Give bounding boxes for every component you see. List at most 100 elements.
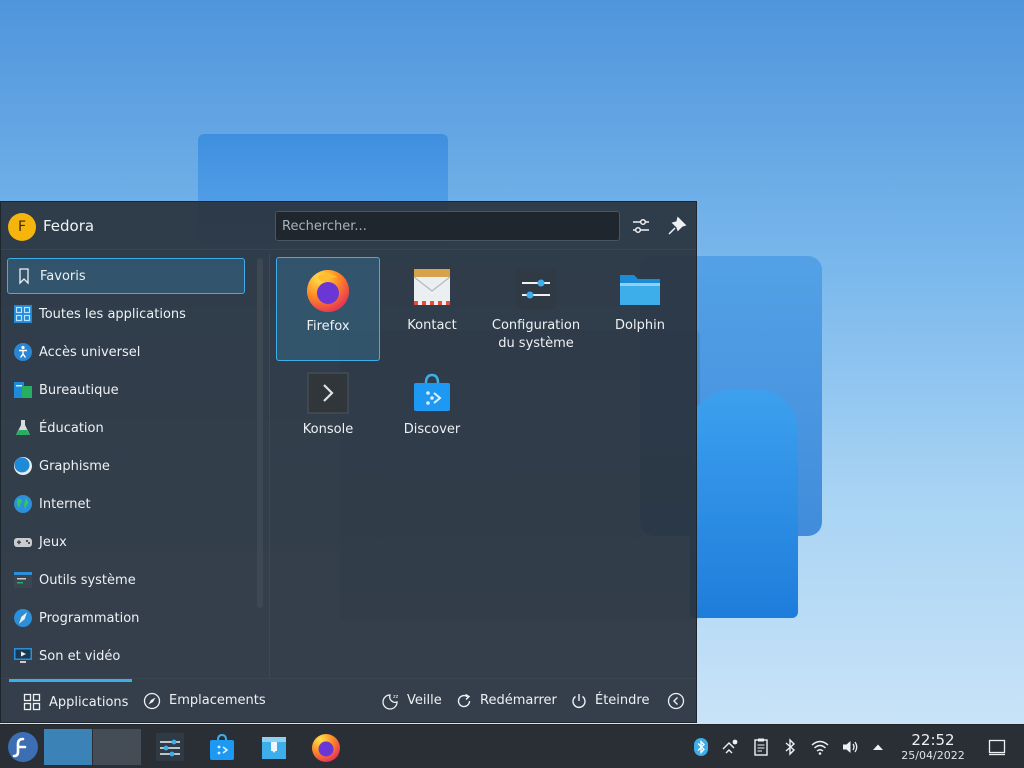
clock-time: 22:52 <box>911 731 955 749</box>
launcher-footer: Applications Emplacements zz Veille Redé… <box>1 678 696 722</box>
power-icon <box>570 692 588 710</box>
task-firefox[interactable] <box>310 731 342 763</box>
category-office[interactable]: Bureautique <box>7 372 245 408</box>
application-launcher: F Fedora Favoris Toutes les applications… <box>0 201 697 723</box>
button-label: Redémarrer <box>480 693 557 708</box>
wallpaper-shape <box>690 390 798 618</box>
category-label: Son et vidéo <box>39 648 121 664</box>
app-label: Firefox <box>306 319 350 334</box>
configure-icon[interactable] <box>630 215 652 237</box>
app-system-settings[interactable]: Configuration du système <box>484 257 588 361</box>
app-konsole[interactable]: Konsole <box>276 361 380 465</box>
task-discover[interactable] <box>206 731 238 763</box>
category-system-tools[interactable]: Outils système <box>7 562 245 598</box>
button-label: Éteindre <box>595 693 650 708</box>
system-settings-icon <box>512 265 560 313</box>
pin-icon[interactable] <box>666 215 688 237</box>
app-dolphin[interactable]: Dolphin <box>588 257 692 361</box>
divider <box>269 254 270 678</box>
package-icon <box>258 737 290 767</box>
restart-icon <box>455 692 473 710</box>
tab-applications[interactable]: Applications <box>9 679 132 722</box>
app-firefox[interactable]: Firefox <box>276 257 380 361</box>
grid-icon <box>13 304 33 324</box>
monitor-icon <box>13 646 33 666</box>
gamepad-icon <box>13 532 33 552</box>
category-games[interactable]: Jeux <box>7 524 245 560</box>
category-label: Programmation <box>39 610 140 626</box>
svg-text:zz: zz <box>393 694 399 700</box>
updates-tray-icon[interactable] <box>720 737 740 757</box>
task-system-settings[interactable] <box>154 731 186 763</box>
system-tools-icon <box>13 570 33 590</box>
sleep-button[interactable]: zz Veille <box>382 679 442 722</box>
desktop-pager-2[interactable] <box>93 729 141 765</box>
category-favorites[interactable]: Favoris <box>7 258 245 294</box>
taskbar: 22:52 25/04/2022 <box>0 724 1024 768</box>
discover-icon <box>206 733 238 767</box>
category-education[interactable]: Éducation <box>7 410 245 446</box>
globe-icon <box>13 494 33 514</box>
category-list: Favoris Toutes les applications Accès un… <box>1 252 251 680</box>
terminal-icon <box>304 369 352 417</box>
task-file-manager[interactable] <box>258 731 290 763</box>
category-label: Internet <box>39 496 91 512</box>
accessibility-icon <box>13 342 33 362</box>
bluetooth-icon[interactable] <box>780 737 800 757</box>
chevron-left-icon <box>667 692 685 710</box>
button-label: Veille <box>407 693 442 708</box>
category-label: Accès universel <box>39 344 141 360</box>
tab-label: Applications <box>49 694 129 710</box>
desktop-pager-1[interactable] <box>44 729 92 765</box>
restart-button[interactable]: Redémarrer <box>455 679 557 722</box>
search-input[interactable] <box>275 211 620 241</box>
category-label: Éducation <box>39 420 104 436</box>
category-accessibility[interactable]: Accès universel <box>7 334 245 370</box>
clipboard-tray-icon[interactable] <box>751 737 771 757</box>
category-programming[interactable]: Programmation <box>7 600 245 636</box>
category-label: Jeux <box>39 534 67 550</box>
expand-tray-icon[interactable] <box>868 737 888 757</box>
compass-icon <box>143 692 161 710</box>
digital-clock[interactable]: 22:52 25/04/2022 <box>893 731 973 763</box>
app-label: Kontact <box>407 318 457 333</box>
category-label: Bureautique <box>39 382 119 398</box>
category-label: Favoris <box>40 268 86 284</box>
graphics-icon <box>13 456 33 476</box>
firefox-icon <box>310 734 342 767</box>
category-all-apps[interactable]: Toutes les applications <box>7 296 245 332</box>
firefox-icon <box>304 266 352 314</box>
app-label: Discover <box>403 422 461 437</box>
more-session-options-button[interactable] <box>667 679 687 722</box>
category-graphics[interactable]: Graphisme <box>7 448 245 484</box>
user-avatar[interactable]: F <box>8 213 36 241</box>
user-name: Fedora <box>43 217 95 235</box>
wifi-icon[interactable] <box>810 737 830 757</box>
kontact-icon <box>408 265 456 313</box>
volume-icon[interactable] <box>840 737 860 757</box>
office-icon <box>13 380 33 400</box>
category-label: Graphisme <box>39 458 110 474</box>
folder-icon <box>616 265 664 313</box>
app-label: Dolphin <box>615 318 665 333</box>
bookmark-icon <box>14 266 34 286</box>
tab-places[interactable]: Emplacements <box>139 679 266 722</box>
favorites-grid: Firefox Kontact Configuration du système… <box>271 252 691 680</box>
category-multimedia[interactable]: Son et vidéo <box>7 638 245 674</box>
bluetooth-tray-icon[interactable] <box>691 737 711 757</box>
system-settings-icon <box>154 733 186 767</box>
show-desktop-icon[interactable] <box>988 738 1006 756</box>
app-discover[interactable]: Discover <box>380 361 484 465</box>
app-label: Configuration du système <box>491 318 581 351</box>
applications-icon <box>23 693 41 711</box>
category-scrollbar[interactable] <box>257 258 263 608</box>
discover-icon <box>408 369 456 417</box>
shutdown-button[interactable]: Éteindre <box>570 679 649 722</box>
fedora-launcher-icon[interactable] <box>6 730 40 764</box>
compass-icon <box>13 608 33 628</box>
app-kontact[interactable]: Kontact <box>380 257 484 361</box>
category-internet[interactable]: Internet <box>7 486 245 522</box>
launcher-header: F Fedora <box>1 202 696 250</box>
flask-icon <box>13 418 33 438</box>
tab-label: Emplacements <box>169 693 266 708</box>
